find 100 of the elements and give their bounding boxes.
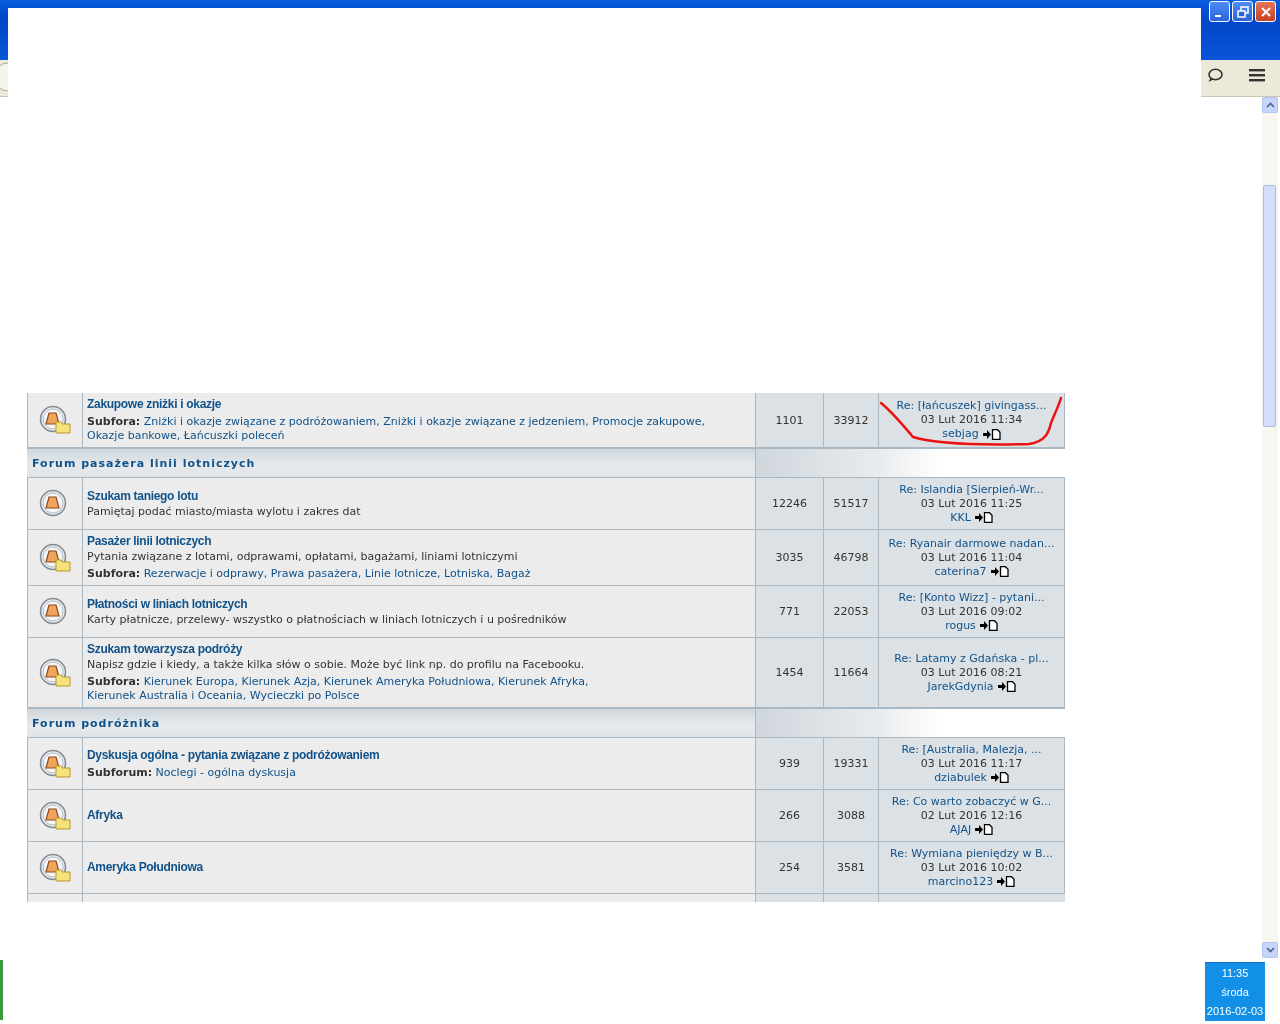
subforum-link[interactable]: Rezerwacje i odprawy, [143,567,268,580]
last-post-title[interactable]: Re: [Konto Wizz] - pytani... [898,590,1045,605]
last-post-date: 03 Lut 2016 10:02 [920,860,1023,875]
start-button-edge[interactable] [0,960,3,1020]
forum-folder-icon [39,542,71,573]
subforum-link[interactable]: Promocje zakupowe, [592,415,706,428]
clock-day: środa [1221,986,1249,998]
forum-title[interactable]: Szukam taniego lotu [87,488,198,504]
forum-folder-icon [39,657,71,688]
minimize-icon [1214,14,1221,17]
close-button[interactable] [1255,1,1276,22]
subforum-link[interactable]: Bagaż [496,567,531,580]
last-post-title[interactable]: Re: Ryanair darmowe nadan... [888,536,1055,551]
topics-count: 12246 [772,497,807,510]
topics-count: 254 [779,861,800,874]
forum-description: Pamiętaj podać miasto/miasta wylotu i zakres dat [87,504,361,519]
last-post-title[interactable]: Re: [Australia, Malezja, ... [901,742,1042,757]
forum-title[interactable]: Płatności w liniach lotniczych [87,596,248,612]
forum-title[interactable]: Zakupowe zniżki i okazje [87,397,222,412]
forum-description: Napisz gdzie i kiedy, a także kilka słów o sobie. Może być link np. do profilu na Facebooku. [87,658,585,672]
last-post-author[interactable]: rogus [945,618,976,633]
chat-bubble-icon[interactable] [1207,68,1223,83]
view-latest-post-icon[interactable] [974,512,993,523]
last-post-author[interactable]: caterina7 [934,564,987,579]
forum-title[interactable]: Pasażer linii lotniczych [87,534,212,549]
subforum-list: Subfora: Rezerwacje i odprawy, Prawa pasażera, Linie lotnicze, Lotniska, Bagaż [87,567,751,581]
subforum-link[interactable]: Kierunek Australia i Oceania, [87,689,247,702]
view-latest-post-icon[interactable] [990,566,1009,577]
subforum-link[interactable]: Wycieczki po Polsce [249,689,360,702]
subforum-link[interactable]: Kierunek Azja, [241,675,321,688]
last-post-author[interactable]: KKL [950,510,971,525]
posts-count: 11664 [833,666,869,679]
menu-icon[interactable] [1249,68,1265,82]
view-latest-post-icon[interactable] [990,772,1009,783]
topics-count: 939 [779,757,800,770]
restore-icon [1235,4,1250,19]
view-latest-post-icon[interactable] [979,620,998,631]
scroll-thumb[interactable] [1263,185,1276,427]
last-post-author[interactable]: JarekGdynia [927,679,994,694]
forum-title[interactable]: Afryka [87,808,123,823]
subforum-link[interactable]: Kierunek Europa, [143,675,238,688]
posts-count: 51517 [833,497,869,510]
subforum-link[interactable]: Noclegi - ogólna dyskusja [155,765,296,779]
topics-count: 1101 [775,413,804,427]
last-post-title[interactable]: Re: Wymiana pieniędzy w B... [890,846,1053,861]
last-post-date: 03 Lut 2016 11:17 [920,756,1023,771]
last-post-author[interactable]: dziabulek [934,770,987,785]
subforum-link[interactable]: Zniżki i okazje związane z jedzeniem, [383,415,589,428]
last-post-title[interactable]: Re: Islandia [Sierpień-Wr... [899,482,1044,497]
last-post-date: 03 Lut 2016 11:34 [920,413,1023,427]
view-latest-post-icon[interactable] [997,681,1016,692]
posts-count: 46798 [833,551,869,564]
posts-count: 22053 [833,605,869,618]
view-latest-post-icon[interactable] [975,824,994,835]
category-title[interactable]: Forum podróżnika [32,716,161,730]
last-post-date: 03 Lut 2016 09:02 [920,604,1023,619]
subforum-link[interactable]: Prawa pasażera, [270,567,362,580]
forum-folder-icon [39,748,71,779]
topics-count: 3035 [775,551,804,564]
subforum-link[interactable]: Kierunek Afryka, [497,675,589,688]
topics-count: 1454 [775,666,804,679]
subforum-link[interactable]: Linie lotnicze, [364,567,441,580]
subforum-link[interactable]: Kierunek Ameryka Południowa, [323,675,495,688]
close-icon [1258,4,1273,19]
minimize-button[interactable] [1209,1,1230,22]
topics-count: 771 [779,605,800,618]
scroll-up-button[interactable] [1262,97,1278,113]
subforum-link[interactable]: Zniżki i okazje związane z podróżowaniem, [143,415,380,428]
posts-count: 33912 [833,413,869,427]
forum-description: Pytania związane z lotami, odprawami, opłatami, bagażami, liniami lotniczymi [87,550,518,564]
subforum-link[interactable]: Okazje bankowe, [87,429,181,442]
scroll-down-button[interactable] [1262,942,1278,958]
forum-title[interactable]: Dyskusja ogólna - pytania związane z podróżowaniem [87,747,380,763]
subforum-list: Subfora: Zniżki i okazje związane z podróżowaniem, Zniżki i okazje związane z jedzeniem, Promocje zakupowe, Okazje bankowe, Łańcuszki poleceń [87,415,751,443]
view-latest-post-icon[interactable] [982,428,1001,440]
clock-date: 2016-02-03 [1206,1005,1264,1018]
last-post-date: 03 Lut 2016 11:25 [920,496,1023,511]
subforum-list: Subforum: Noclegi - ogólna dyskusja [87,765,751,780]
posts-count: 3088 [837,809,865,822]
forum-description: Karty płatnicze, przelewy- wszystko o płatnościach w liniach lotniczych i u pośredników [87,612,567,627]
forum-folder-icon [39,800,71,831]
last-post-author[interactable]: marcino123 [927,874,994,889]
topics-count: 266 [779,809,800,822]
forum-title[interactable]: Szukam towarzysza podróży [87,642,243,657]
restore-button[interactable] [1232,1,1253,22]
last-post-title[interactable]: Re: [łańcuszek] givingass... [896,399,1047,413]
forum-folder-icon [39,405,71,435]
subforum-link[interactable]: Łańcuszki poleceń [183,429,285,442]
last-post-date: 03 Lut 2016 11:04 [920,550,1023,565]
last-post-author[interactable]: AJAJ [949,822,972,837]
view-latest-post-icon[interactable] [997,876,1016,887]
category-title[interactable]: Forum pasażera linii lotniczych [32,456,256,470]
posts-count: 19331 [833,757,869,770]
last-post-title[interactable]: Re: Co warto zobaczyć w G... [891,794,1052,809]
last-post-title[interactable]: Re: Latamy z Gdańska - pl... [894,651,1049,666]
last-post-author[interactable]: sebjag [942,427,979,441]
scrollbar[interactable] [1262,97,1278,958]
subforum-link[interactable]: Lotniska, [443,567,494,580]
forum-title[interactable]: Ameryka Południowa [87,860,203,875]
chevron-down-icon [1265,947,1275,953]
